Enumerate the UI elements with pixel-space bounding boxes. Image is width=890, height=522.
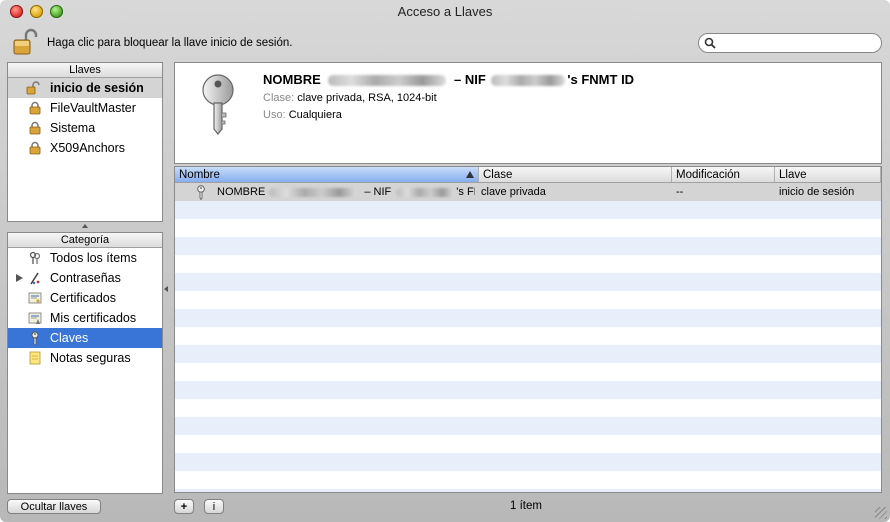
certificate-icon — [28, 292, 42, 304]
padlock-icon — [29, 101, 41, 115]
category-label: Claves — [50, 331, 89, 345]
category-item-all[interactable]: Todos los ítems — [8, 248, 162, 268]
class-value: clave privada, RSA, 1024-bit — [297, 92, 437, 104]
keychain-access-window: Acceso a Llaves Haga clic para bloquear … — [0, 0, 890, 522]
name-prefix: NOMBRE — [263, 72, 321, 87]
table-row[interactable]: NOMBRE – NIF 's FI clave privada -- inic… — [175, 183, 881, 201]
unlocked-padlock-icon — [13, 28, 38, 55]
keychain-item-x509anchors[interactable]: X509Anchors — [8, 138, 162, 158]
keychain-label: X509Anchors — [50, 141, 126, 155]
class-label: Clase: — [263, 92, 295, 104]
hide-keychains-button[interactable]: Ocultar llaves — [7, 499, 101, 514]
category-label: Contraseñas — [50, 271, 121, 285]
category-label: Certificados — [50, 291, 116, 305]
category-label: Notas seguras — [50, 351, 131, 365]
row-llave: inicio de sesión — [779, 186, 855, 198]
padlock-icon — [29, 141, 41, 155]
category-header: Categoría — [8, 233, 162, 248]
key-icon — [197, 185, 205, 200]
column-header-clase[interactable]: Clase — [479, 167, 672, 183]
keychain-label: FileVaultMaster — [50, 101, 136, 115]
search-field[interactable] — [698, 33, 882, 53]
row-name: NOMBRE – NIF 's FI — [217, 186, 475, 198]
sidebar-splitter-handle[interactable] — [164, 286, 168, 292]
redacted-text — [491, 75, 566, 87]
item-use: Uso: Cualquiera — [263, 109, 342, 121]
redacted-text — [396, 187, 455, 197]
column-header-nombre[interactable]: Nombre — [175, 167, 479, 183]
keychain-item-sistema[interactable]: Sistema — [8, 118, 162, 138]
toolbar: Haga clic para bloquear la llave inicio … — [0, 24, 890, 60]
item-name: NOMBRE – NIF 's FNMT ID — [263, 72, 634, 87]
items-table: Nombre Clase Modificación Llave NOMBRE –… — [174, 166, 882, 493]
category-label: Mis certificados — [50, 311, 137, 325]
keychain-label: inicio de sesión — [50, 81, 144, 95]
redacted-text — [328, 75, 447, 87]
key-icon — [31, 331, 39, 345]
my-certificate-icon — [28, 312, 42, 324]
large-key-icon — [202, 74, 234, 135]
lock-hint-text: Haga clic para bloquear la llave inicio … — [47, 37, 293, 49]
padlock-icon — [29, 121, 41, 135]
passwords-icon — [30, 272, 40, 285]
category-item-secure-notes[interactable]: Notas seguras — [8, 348, 162, 368]
pane-splitter-handle[interactable] — [82, 224, 88, 228]
category-item-keys[interactable]: Claves — [8, 328, 162, 348]
use-label: Uso: — [263, 109, 286, 121]
unlocked-padlock-icon — [26, 81, 40, 95]
detail-panel: NOMBRE – NIF 's FNMT ID Clase: clave pri… — [174, 62, 882, 164]
keychain-item-login[interactable]: inicio de sesión — [8, 78, 162, 98]
disclosure-triangle-icon[interactable] — [16, 274, 23, 282]
category-item-certificates[interactable]: Certificados — [8, 288, 162, 308]
lock-button[interactable] — [12, 28, 40, 56]
title-bar[interactable]: Acceso a Llaves — [0, 0, 890, 24]
category-item-my-certificates[interactable]: Mis certificados — [8, 308, 162, 328]
info-button[interactable]: i — [204, 499, 224, 514]
name-mid: – NIF — [450, 72, 490, 87]
redacted-text — [269, 187, 358, 197]
keychains-pane: Llaves inicio de sesión FileVaultMaster … — [7, 62, 163, 222]
keychains-header: Llaves — [8, 63, 162, 78]
item-count: 1 ítem — [510, 500, 542, 512]
keychain-item-filevaultmaster[interactable]: FileVaultMaster — [8, 98, 162, 118]
row-modificacion: -- — [676, 186, 684, 198]
column-header-modificacion[interactable]: Modificación — [672, 167, 775, 183]
add-button[interactable]: + — [174, 499, 194, 514]
use-value: Cualquiera — [288, 109, 342, 121]
resize-grip[interactable] — [875, 507, 887, 519]
all-items-icon — [29, 251, 41, 264]
search-icon — [704, 37, 716, 49]
keychain-label: Sistema — [50, 121, 96, 135]
window-title: Acceso a Llaves — [397, 4, 493, 19]
sort-ascending-icon — [466, 171, 474, 178]
category-label: Todos los ítems — [50, 251, 137, 265]
row-clase: clave privada — [481, 186, 546, 198]
column-header-llave[interactable]: Llave — [775, 167, 881, 183]
secure-note-icon — [29, 351, 41, 365]
name-suffix: 's FNMT ID — [567, 72, 635, 87]
category-item-passwords[interactable]: Contraseñas — [8, 268, 162, 288]
category-pane: Categoría Todos los ítems Contraseñas Ce… — [7, 232, 163, 494]
item-class: Clase: clave privada, RSA, 1024-bit — [263, 92, 437, 104]
